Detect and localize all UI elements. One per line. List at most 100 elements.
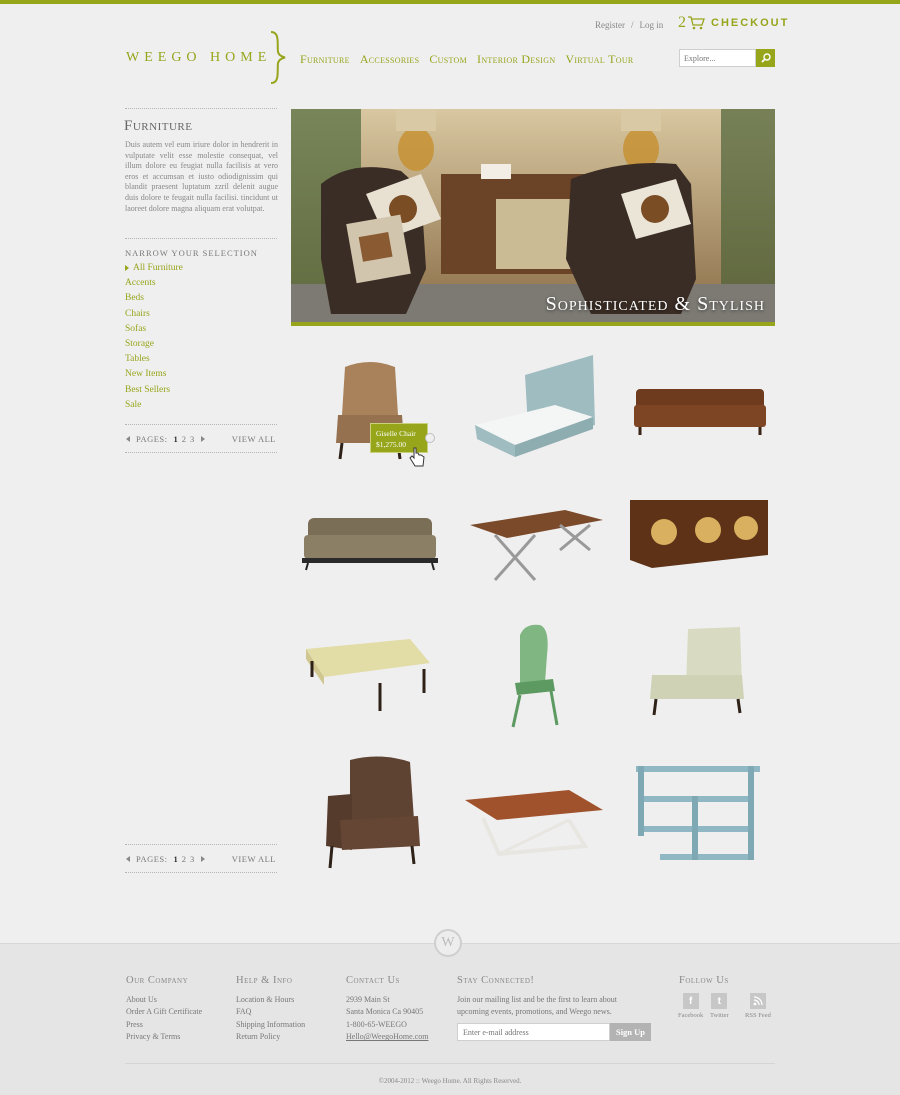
category-sale[interactable]: Sale xyxy=(125,400,183,415)
hero-banner[interactable]: Sophisticated & Stylish xyxy=(291,109,775,322)
nav-custom[interactable]: Custom xyxy=(429,52,467,67)
category-all-furniture[interactable]: All Furniture xyxy=(125,263,183,278)
product-tile[interactable] xyxy=(300,615,440,735)
category-beds[interactable]: Beds xyxy=(125,293,183,308)
cart-icon xyxy=(688,16,705,30)
next-page-icon[interactable] xyxy=(201,856,206,862)
view-all-link[interactable]: VIEW ALL xyxy=(232,434,276,444)
product-tile[interactable] xyxy=(300,480,440,600)
low-table-image xyxy=(465,790,603,857)
next-page-icon[interactable] xyxy=(201,436,206,442)
category-storage[interactable]: Storage xyxy=(125,339,183,354)
footer-newsletter-text: Join our mailing list and be the first t… xyxy=(457,994,617,1017)
footer-contact-column: Contact Us 2939 Main St Santa Monica Ca … xyxy=(346,975,428,1044)
footer-follow-title: Follow Us xyxy=(679,975,729,986)
prev-page-icon[interactable] xyxy=(126,436,130,442)
footer-stay-title: Stay Connected! xyxy=(457,975,535,986)
category-accents[interactable]: Accents xyxy=(125,278,183,293)
product-tile[interactable] xyxy=(465,615,605,735)
signup-button[interactable]: Sign Up xyxy=(610,1023,651,1041)
search-button[interactable] xyxy=(756,49,775,67)
product-tile[interactable] xyxy=(630,750,770,870)
shelf-unit-image xyxy=(636,766,760,860)
nav-furniture[interactable]: Furniture xyxy=(300,52,350,67)
category-chairs[interactable]: Chairs xyxy=(125,309,183,324)
footer-link-return-policy[interactable]: Return Policy xyxy=(236,1031,305,1044)
footer-link-faq[interactable]: FAQ xyxy=(236,1006,305,1019)
page-link-2[interactable]: 2 xyxy=(182,434,186,444)
product-tile[interactable] xyxy=(465,750,605,870)
twitter-link[interactable]: t Twitter xyxy=(710,993,729,1019)
nav-virtual-tour[interactable]: Virtual Tour xyxy=(565,52,633,67)
page-link-2[interactable]: 2 xyxy=(182,854,186,864)
pages-label: PAGES: xyxy=(136,854,168,864)
pagination-bottom: PAGES: 1 2 3 VIEW ALL xyxy=(126,854,276,864)
product-tile[interactable] xyxy=(630,480,770,600)
page-link-3[interactable]: 3 xyxy=(190,854,194,864)
twitter-icon: t xyxy=(711,993,728,1009)
bench-image xyxy=(306,639,430,711)
main-nav: Furniture Accessories Custom Interior De… xyxy=(300,52,634,67)
view-all-link[interactable]: VIEW ALL xyxy=(232,854,276,864)
product-tile[interactable] xyxy=(630,615,770,735)
cart-count: 2 xyxy=(678,14,686,31)
tag-hole-icon xyxy=(425,433,435,443)
footer-link-gift-certificate[interactable]: Order A Gift Certificate xyxy=(126,1006,202,1019)
pagination-top: PAGES: 1 2 3 VIEW ALL xyxy=(126,434,276,444)
category-tables[interactable]: Tables xyxy=(125,354,183,369)
page-link-1[interactable]: 1 xyxy=(174,434,178,444)
nav-interior-design[interactable]: Interior Design xyxy=(477,52,555,67)
sideboard-image xyxy=(630,500,768,568)
hero-accent-bar xyxy=(291,322,775,326)
footer-company-title: Our Company xyxy=(126,975,189,986)
page-link-3[interactable]: 3 xyxy=(190,434,194,444)
twitter-label: Twitter xyxy=(710,1012,729,1019)
search-input[interactable] xyxy=(679,49,756,67)
footer-divider xyxy=(125,1063,775,1064)
acrylic-chair-image xyxy=(511,624,559,728)
sofa-image xyxy=(634,389,766,435)
top-accent-bar xyxy=(0,0,900,4)
prev-page-icon[interactable] xyxy=(126,856,130,862)
product-tile[interactable] xyxy=(630,345,770,465)
product-tile[interactable] xyxy=(300,750,440,870)
rss-label: RSS Feed xyxy=(745,1012,771,1019)
nav-accessories[interactable]: Accessories xyxy=(360,52,420,67)
newsletter-form: Sign Up xyxy=(457,1023,651,1041)
checkout-link[interactable]: CHECKOUT xyxy=(711,17,789,29)
page-link-1[interactable]: 1 xyxy=(174,854,178,864)
sidebar-title: Furniture xyxy=(124,118,193,134)
newsletter-email-field[interactable] xyxy=(457,1023,610,1041)
loveseat-image xyxy=(302,518,438,571)
sidebar-divider xyxy=(125,238,277,239)
narrow-selection-label: NARROW YOUR SELECTION xyxy=(125,248,258,258)
footer-link-shipping[interactable]: Shipping Information xyxy=(236,1019,305,1032)
logo[interactable]: WEEGO HOME xyxy=(126,50,271,66)
footer-phone: 1-800-65-WEEGO xyxy=(346,1019,407,1029)
patterned-chair-image xyxy=(650,627,744,716)
login-link[interactable]: Log in xyxy=(640,20,664,30)
cart[interactable]: 2 CHECKOUT xyxy=(678,14,789,32)
facebook-link[interactable]: f Facebook xyxy=(678,993,703,1019)
footer-link-privacy[interactable]: Privacy & Terms xyxy=(126,1031,202,1044)
register-link[interactable]: Register xyxy=(595,20,625,30)
footer-address-line2: Santa Monica Ca 90405 xyxy=(346,1007,424,1017)
footer-badge: W xyxy=(434,929,462,957)
product-tile[interactable] xyxy=(465,480,605,600)
category-sofas[interactable]: Sofas xyxy=(125,324,183,339)
product-tile[interactable] xyxy=(465,345,605,465)
account-separator: / xyxy=(631,20,634,30)
footer-link-press[interactable]: Press xyxy=(126,1019,202,1032)
footer-newsletter-column: Stay Connected! Join our mailing list an… xyxy=(457,975,637,1019)
footer-email-link[interactable]: Hello@WeegoHome.com xyxy=(346,1031,428,1044)
footer-link-about[interactable]: About Us xyxy=(126,994,202,1007)
pager-divider xyxy=(125,844,277,845)
footer-help-column: Help & Info Location & Hours FAQ Shippin… xyxy=(236,975,305,1044)
search-icon xyxy=(760,53,771,63)
search xyxy=(679,49,775,67)
category-new-items[interactable]: New Items xyxy=(125,369,183,384)
coffee-table-image xyxy=(470,510,603,581)
footer-link-location[interactable]: Location & Hours xyxy=(236,994,305,1007)
rss-link[interactable]: RSS Feed xyxy=(745,993,771,1019)
category-best-sellers[interactable]: Best Sellers xyxy=(125,385,183,400)
